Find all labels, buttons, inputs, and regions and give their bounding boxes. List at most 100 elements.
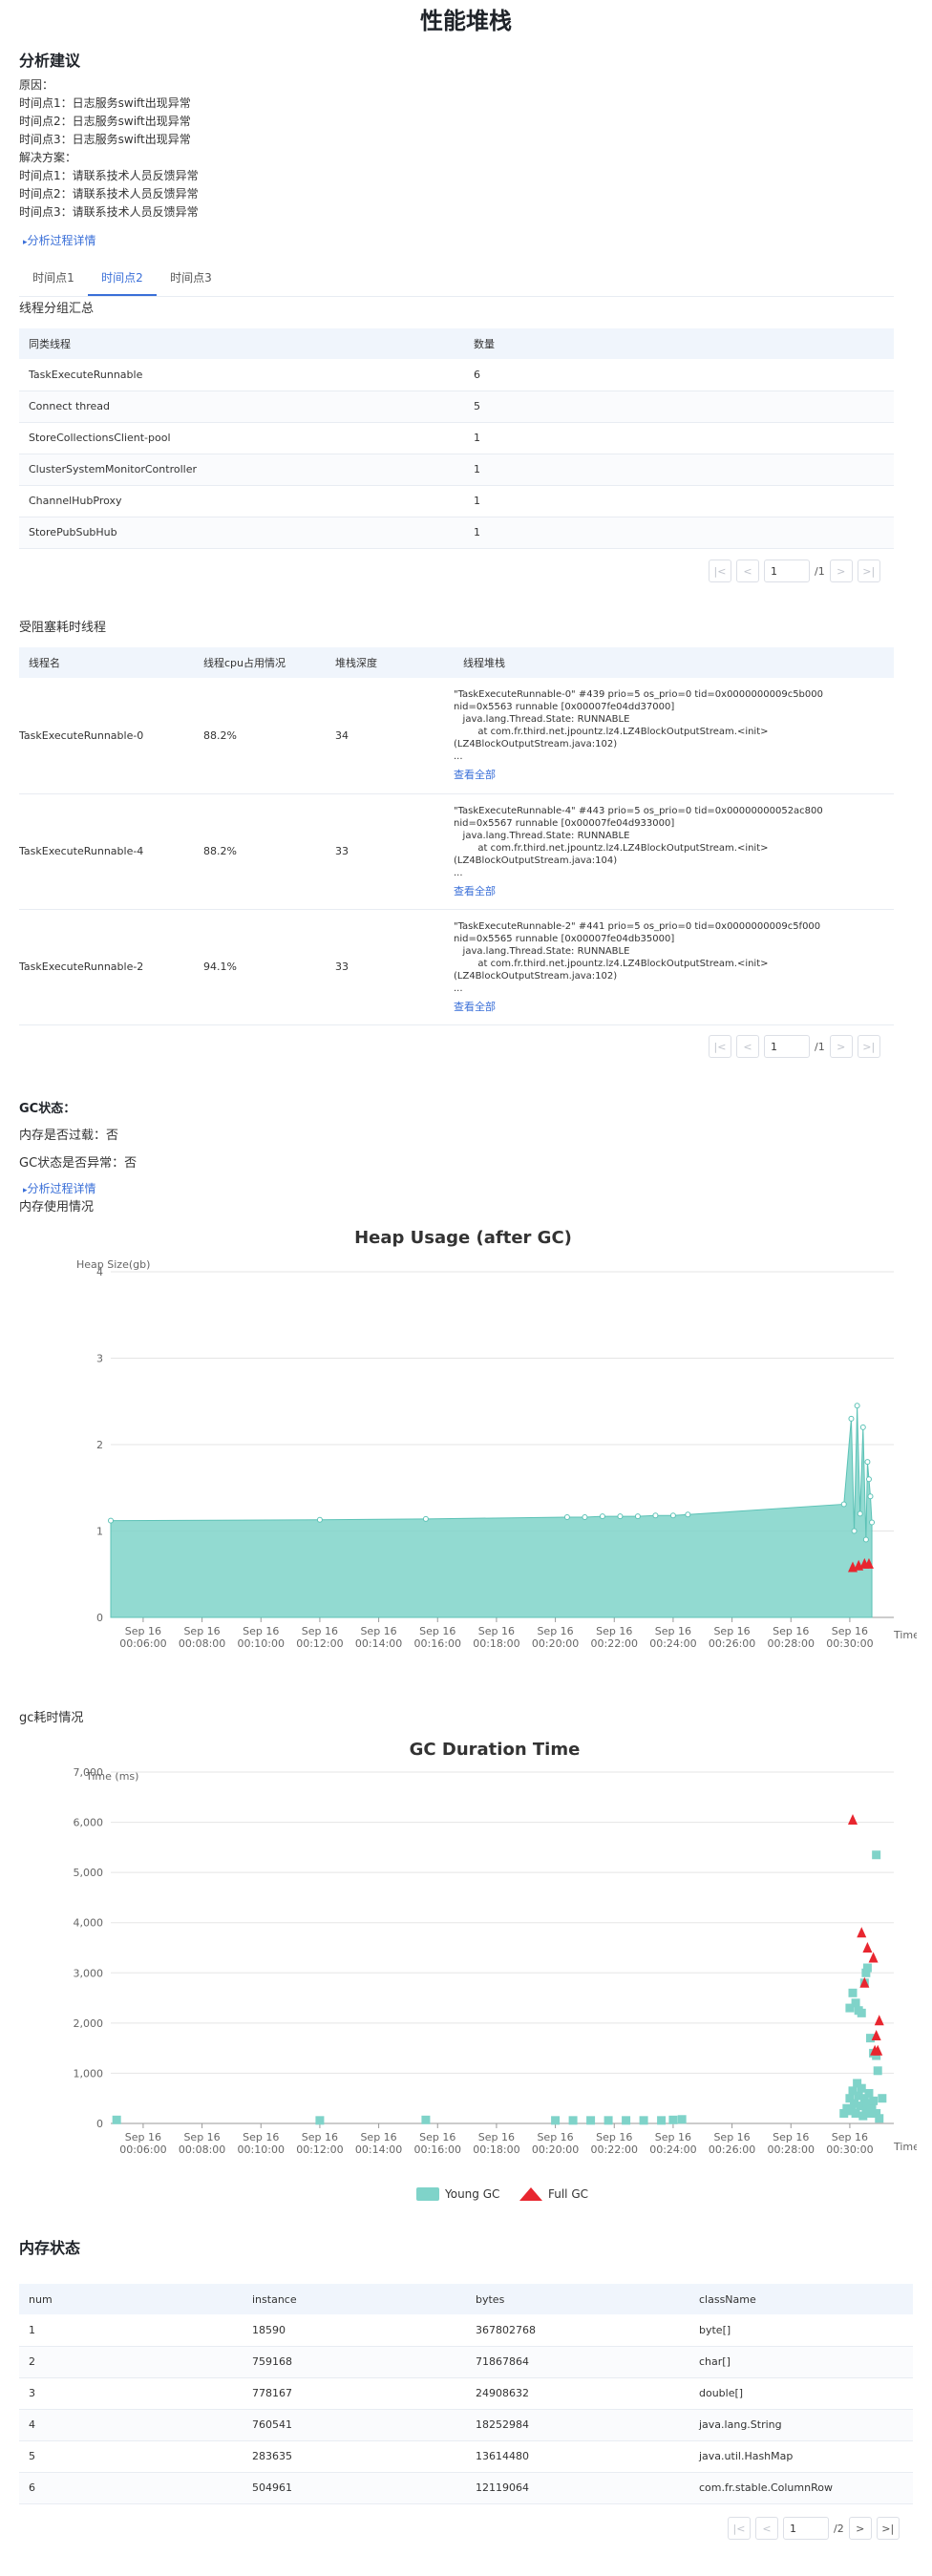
x-tick-label: Sep 16 — [302, 2131, 338, 2143]
table-row: 4 760541 18252984 java.lang.String — [19, 2409, 913, 2441]
column-header: 同类线程 — [19, 328, 464, 359]
page-input[interactable] — [764, 1035, 810, 1058]
x-tick-label: 00:12:00 — [296, 1637, 343, 1650]
tab-timepoint-1[interactable]: 时间点1 — [19, 264, 88, 296]
table-row: ClusterSystemMonitorController 1 — [19, 454, 894, 486]
data-point — [617, 1513, 624, 1520]
gc-detail-link[interactable]: ▸分析过程详情 — [23, 1180, 96, 1196]
prev-page-icon[interactable]: < — [755, 2517, 778, 2540]
y-tick-label: 4 — [96, 1266, 103, 1278]
gc-duration-chart: GC Duration Time Time (ms) Time Young GC… — [74, 1740, 917, 2201]
data-point — [854, 1403, 860, 1409]
young-gc-point — [878, 2094, 887, 2103]
data-point — [867, 1493, 874, 1500]
thread-stack: "TaskExecuteRunnable-0" #439 prio=5 os_p… — [454, 689, 823, 763]
solution-item: 时间点3：请联系技术人员反馈异常 — [19, 205, 199, 219]
table-cell: java.util.HashMap — [689, 2440, 913, 2473]
column-header: className — [689, 2284, 913, 2314]
x-tick-label: 00:30:00 — [826, 1637, 873, 1650]
young-gc-point — [869, 2096, 879, 2105]
thread-cpu: 88.2% — [194, 678, 326, 794]
reason-item: 时间点2：日志服务swift出现异常 — [19, 115, 191, 128]
analysis-title: 分析建议 — [19, 52, 81, 70]
page-input[interactable] — [764, 560, 810, 582]
data-point — [685, 1511, 691, 1518]
x-tick-label: Sep 16 — [419, 2131, 455, 2143]
y-tick-label: 5,000 — [74, 1867, 104, 1879]
table-cell: Connect thread — [19, 391, 464, 423]
full-gc-point — [857, 1927, 867, 1938]
table-row: 5 283635 13614480 java.util.HashMap — [19, 2440, 913, 2473]
table-cell: 778167 — [243, 2377, 466, 2410]
thread-stack: "TaskExecuteRunnable-2" #441 prio=5 os_p… — [454, 920, 821, 994]
x-tick-label: 00:18:00 — [473, 2143, 519, 2156]
data-point — [840, 1501, 847, 1508]
page-input[interactable] — [783, 2517, 829, 2540]
heap-usage-chart: Heap Usage (after GC) Heap Size(gb) Time… — [76, 1228, 917, 1650]
y-tick-label: 1,000 — [74, 2067, 104, 2080]
y-tick-label: 3,000 — [74, 1967, 104, 1979]
x-tick-label: 00:22:00 — [591, 2143, 638, 2156]
young-gc-point — [851, 1998, 860, 2008]
data-point — [316, 1516, 323, 1523]
blocked-threads-pagination: |< < /1 > >| — [709, 1035, 880, 1058]
solution-item: 时间点1：请联系技术人员反馈异常 — [19, 169, 199, 182]
young-gc-point — [421, 2115, 431, 2124]
x-tick-label: 00:28:00 — [768, 1637, 815, 1650]
tab-timepoint-2[interactable]: 时间点2 — [88, 264, 157, 296]
prev-page-icon[interactable]: < — [736, 560, 759, 582]
gc-time-label: gc耗时情况 — [19, 1711, 84, 1725]
x-axis-label: Time — [893, 2141, 917, 2153]
table-cell: 6 — [464, 359, 894, 391]
tab-timepoint-3[interactable]: 时间点3 — [157, 264, 225, 296]
table-row: 1 18590 367802768 byte[] — [19, 2314, 913, 2347]
thread-stack: "TaskExecuteRunnable-4" #443 prio=5 os_p… — [454, 805, 823, 878]
next-page-icon[interactable]: > — [848, 2517, 872, 2540]
full-gc-point — [868, 1952, 879, 1963]
table-cell: 18252984 — [466, 2409, 689, 2441]
analysis-content: 原因： 时间点1：日志服务swift出现异常 时间点2：日志服务swift出现异… — [19, 76, 199, 222]
y-tick-label: 3 — [96, 1353, 103, 1365]
x-tick-label: Sep 16 — [832, 1625, 868, 1637]
solution-label: 解决方案： — [19, 151, 77, 164]
series-area — [110, 1405, 873, 1618]
thread-stack-cell: "TaskExecuteRunnable-4" #443 prio=5 os_p… — [454, 793, 894, 910]
view-all-link[interactable]: 查看全部 — [454, 999, 894, 1014]
view-all-link[interactable]: 查看全部 — [454, 883, 894, 898]
table-cell: 1 — [19, 2314, 243, 2347]
view-all-link[interactable]: 查看全部 — [454, 767, 894, 782]
young-gc-point — [315, 2116, 325, 2125]
young-gc-point — [622, 2116, 631, 2125]
full-gc-point — [848, 1813, 858, 1825]
last-page-icon[interactable]: >| — [857, 1035, 880, 1058]
x-tick-label: Sep 16 — [596, 2131, 632, 2143]
y-tick-label: 1 — [96, 1526, 103, 1538]
thread-group-pagination: |< < /1 > >| — [709, 560, 880, 582]
first-page-icon[interactable]: |< — [728, 2517, 751, 2540]
data-point — [859, 1424, 866, 1430]
thread-group-table: 同类线程 数量 TaskExecuteRunnable 6 Connect thr… — [19, 328, 894, 549]
x-tick-label: 00:24:00 — [649, 1637, 696, 1650]
x-tick-label: Sep 16 — [713, 1625, 750, 1637]
reason-label: 原因： — [19, 78, 54, 92]
next-page-icon[interactable]: > — [829, 560, 853, 582]
last-page-icon[interactable]: >| — [857, 560, 880, 582]
column-header: num — [19, 2284, 243, 2314]
thread-cpu: 94.1% — [194, 909, 326, 1025]
first-page-icon[interactable]: |< — [709, 560, 731, 582]
analysis-detail-link[interactable]: ▸分析过程详情 — [23, 232, 96, 248]
table-row: TaskExecuteRunnable-2 94.1% 33 "TaskExec… — [19, 909, 894, 1025]
last-page-icon[interactable]: >| — [876, 2517, 900, 2540]
table-cell: 4 — [19, 2409, 243, 2441]
blocked-threads-title: 受阻塞耗时线程 — [19, 621, 107, 635]
young-gc-point — [568, 2116, 578, 2125]
next-page-icon[interactable]: > — [829, 1035, 853, 1058]
first-page-icon[interactable]: |< — [709, 1035, 731, 1058]
data-point — [669, 1512, 676, 1519]
data-point — [848, 1415, 855, 1422]
gc-abnormal: GC状态是否异常：否 — [19, 1156, 138, 1171]
data-point — [563, 1514, 570, 1521]
memory-state-pagination: |< < /2 > >| — [728, 2517, 900, 2540]
prev-page-icon[interactable]: < — [736, 1035, 759, 1058]
y-tick-label: 0 — [96, 2118, 103, 2130]
